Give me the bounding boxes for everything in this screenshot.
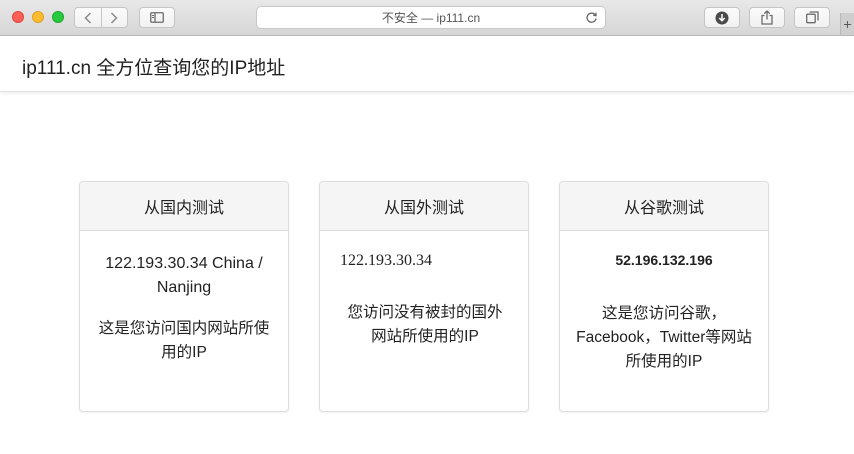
card-description: 这是您访问国内网站所使用的IP <box>98 320 270 361</box>
downloads-button[interactable] <box>704 7 740 28</box>
address-text: 不安全 — ip111.cn <box>381 11 481 25</box>
back-button[interactable] <box>75 8 101 27</box>
ip-address: 52.196.132.196 <box>615 252 713 268</box>
page-title: ip111.cn 全方位查询您的IP地址 <box>22 58 286 79</box>
google-test-card: 从谷歌测试 52.196.132.196 这是您访问谷歌，Facebook，Tw… <box>559 181 769 412</box>
download-icon <box>715 11 729 24</box>
close-window-button[interactable] <box>12 11 24 23</box>
card-body: 52.196.132.196 这是您访问谷歌，Facebook，Twitter等… <box>560 248 768 374</box>
card-heading: 从国内测试 <box>80 182 288 231</box>
share-icon <box>761 10 773 25</box>
reload-icon <box>586 12 597 23</box>
tabs-icon <box>805 11 819 24</box>
navigation-buttons <box>74 7 128 28</box>
back-icon <box>84 11 91 24</box>
tab-overview-button[interactable] <box>794 7 830 28</box>
card-body: 122.193.30.34 您访问没有被封的国外网站所使用的IP <box>320 249 528 349</box>
ip-address: 122.193.30.34 China / Nanjing <box>105 255 263 296</box>
zoom-window-button[interactable] <box>52 11 64 23</box>
sidebar-button[interactable] <box>139 7 175 28</box>
reload-button[interactable] <box>585 11 598 27</box>
share-button[interactable] <box>749 7 785 28</box>
card-description: 您访问没有被封的国外网站所使用的IP <box>347 304 503 345</box>
card-body: 122.193.30.34 China / Nanjing 这是您访问国内网站所… <box>80 252 288 365</box>
plus-icon: + <box>843 16 852 32</box>
new-tab-button[interactable]: + <box>840 13 854 35</box>
card-heading: 从国外测试 <box>320 182 528 231</box>
minimize-window-button[interactable] <box>32 11 44 23</box>
forward-icon <box>111 11 118 24</box>
site-header: ip111.cn 全方位查询您的IP地址 <box>0 37 854 92</box>
browser-toolbar: 不安全 — ip111.cn + <box>0 0 854 36</box>
forward-button[interactable] <box>100 8 128 27</box>
card-description: 这是您访问谷歌，Facebook，Twitter等网站所使用的IP <box>576 305 752 370</box>
domestic-test-card: 从国内测试 122.193.30.34 China / Nanjing 这是您访… <box>79 181 289 412</box>
card-heading: 从谷歌测试 <box>560 182 768 231</box>
address-bar[interactable]: 不安全 — ip111.cn <box>256 6 606 29</box>
foreign-test-card: 从国外测试 122.193.30.34 您访问没有被封的国外网站所使用的IP <box>319 181 529 412</box>
sidebar-icon <box>150 12 164 23</box>
ip-address: 122.193.30.34 <box>340 252 432 269</box>
